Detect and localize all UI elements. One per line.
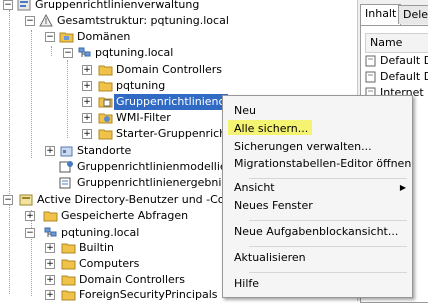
expand-icon[interactable]: + (45, 275, 55, 285)
expand-icon[interactable]: + (82, 129, 92, 139)
context-menu: Neu Alle sichern... Sicherungen verwalte… (222, 95, 413, 298)
tab-inhalt[interactable]: Inhalt (360, 4, 402, 25)
tree-item-aduc[interactable]: − Active Directory-Benutzer und -Compute… (0, 192, 222, 208)
tree-line (51, 46, 52, 56)
folder-icon (98, 129, 113, 140)
menu-item-label: Hilfe (234, 277, 260, 290)
list-item-label: Default D (380, 70, 428, 83)
menu-item-label: Neue Aufgabenblockansicht... (234, 225, 399, 238)
expand-icon[interactable]: + (45, 146, 55, 156)
menu-separator (249, 272, 407, 273)
gpo-folder-icon (98, 97, 113, 108)
tab-delegierung[interactable]: Deleg (398, 5, 428, 24)
expand-icon[interactable]: + (45, 243, 55, 253)
menu-item-sicherungen-verwalten[interactable]: Sicherungen verwalten... (223, 138, 412, 156)
folder-icon (43, 211, 58, 222)
expand-icon[interactable]: + (82, 65, 92, 75)
menu-item-migrationstabellen[interactable]: Migrationstabellen-Editor öffnen (223, 155, 412, 173)
expand-icon[interactable]: + (45, 259, 55, 269)
tree-label: pqtuning.local (95, 46, 174, 59)
tree-label: Active Directory-Benutzer und -Computer (37, 193, 222, 206)
collapse-icon[interactable]: − (63, 48, 73, 58)
tree-label: Domain Controllers (79, 273, 186, 286)
domain-icon (44, 227, 57, 237)
menu-item-alle-sichern[interactable]: Alle sichern... (223, 120, 412, 138)
column-header-name[interactable]: Name (365, 33, 428, 53)
tree-label: Domänen (77, 30, 131, 43)
gpo-icon (365, 71, 376, 83)
forest-icon (39, 14, 53, 27)
gpmc-icon (17, 0, 31, 11)
submenu-arrow-icon: ▶ (399, 183, 406, 192)
domain-icon (78, 47, 91, 57)
tree-label: Domain Controllers (116, 63, 223, 76)
folder-icon (61, 259, 76, 270)
folder-icon (98, 65, 113, 76)
menu-item-ansicht[interactable]: Ansicht ▶ (223, 179, 412, 197)
menu-item-label: Neu (234, 104, 256, 117)
menu-item-aufgabenblockansicht[interactable]: Neue Aufgabenblockansicht... (223, 223, 412, 241)
menu-item-label: Ansicht (234, 181, 275, 194)
tree-label: Gruppenrichtlinienmodellierung (77, 160, 222, 173)
menu-item-label: Sicherungen verwalten... (234, 140, 372, 153)
menu-item-hilfe[interactable]: Hilfe (223, 275, 412, 293)
collapse-icon[interactable]: − (25, 228, 35, 238)
collapse-icon[interactable]: − (45, 32, 55, 42)
tree-label: Gruppenrichtlinienverwaltung (35, 0, 200, 11)
menu-item-label: Neues Fenster (234, 199, 313, 212)
sites-icon (60, 146, 73, 157)
domains-icon (59, 32, 74, 43)
tree-label: Gruppenrichtlinienergebnisse (77, 176, 222, 189)
folder-icon (98, 81, 113, 92)
tree-label: Computers (79, 257, 140, 270)
tree-label: Gespeicherte Abfragen (61, 209, 189, 222)
list-item-label: Default D (380, 54, 428, 67)
menu-item-neues-fenster[interactable]: Neues Fenster (223, 197, 412, 215)
modeling-icon (59, 161, 73, 173)
tree-line (9, 10, 10, 294)
tree-label: pqtuning.local (61, 226, 140, 239)
gpo-icon (365, 55, 376, 67)
tree-label: Standorte (77, 144, 132, 157)
results-icon (59, 177, 71, 189)
expand-icon[interactable]: + (45, 290, 55, 300)
tree-label: Builtin (79, 241, 114, 254)
menu-item-aktualisieren[interactable]: Aktualisieren (223, 249, 412, 267)
tree-label: Gesamtstruktur: pqtuning.local (57, 14, 229, 27)
tree-label: WMI-Filter (116, 111, 171, 124)
aduc-icon (19, 194, 33, 206)
expand-icon[interactable]: + (82, 81, 92, 91)
tree-label-selected: Gruppenrichtlinienobjekte (114, 94, 228, 110)
expand-icon[interactable]: + (82, 113, 92, 123)
tree-item-results[interactable]: Gruppenrichtlinienergebnisse (0, 175, 222, 191)
menu-item-neu[interactable]: Neu (223, 102, 412, 120)
tree-item-modeling[interactable]: Gruppenrichtlinienmodellierung (0, 159, 222, 175)
menu-item-label: Aktualisieren (234, 251, 306, 264)
expand-icon[interactable]: + (25, 211, 35, 221)
collapse-icon[interactable]: − (3, 195, 13, 205)
tree-label: Starter-Gruppenrichtlinienobjekte (116, 127, 222, 140)
tree-label: pqtuning (116, 79, 166, 92)
wmi-folder-icon (98, 113, 113, 124)
menu-separator (249, 220, 407, 221)
expand-icon[interactable]: + (82, 97, 92, 107)
tree-item-starter[interactable]: + Starter-Gruppenrichtlinienobjekte (0, 126, 222, 142)
folder-icon (61, 275, 76, 286)
tree-item-saved-queries[interactable]: + Gespeicherte Abfragen (0, 208, 222, 224)
menu-separator (249, 246, 407, 247)
collapse-icon[interactable]: − (25, 16, 35, 26)
folder-icon (61, 290, 76, 301)
folder-icon (61, 243, 76, 254)
collapse-icon[interactable]: − (3, 0, 13, 10)
menu-item-label: Migrationstabellen-Editor öffnen (234, 157, 412, 170)
menu-item-label: Alle sichern... (234, 122, 309, 135)
